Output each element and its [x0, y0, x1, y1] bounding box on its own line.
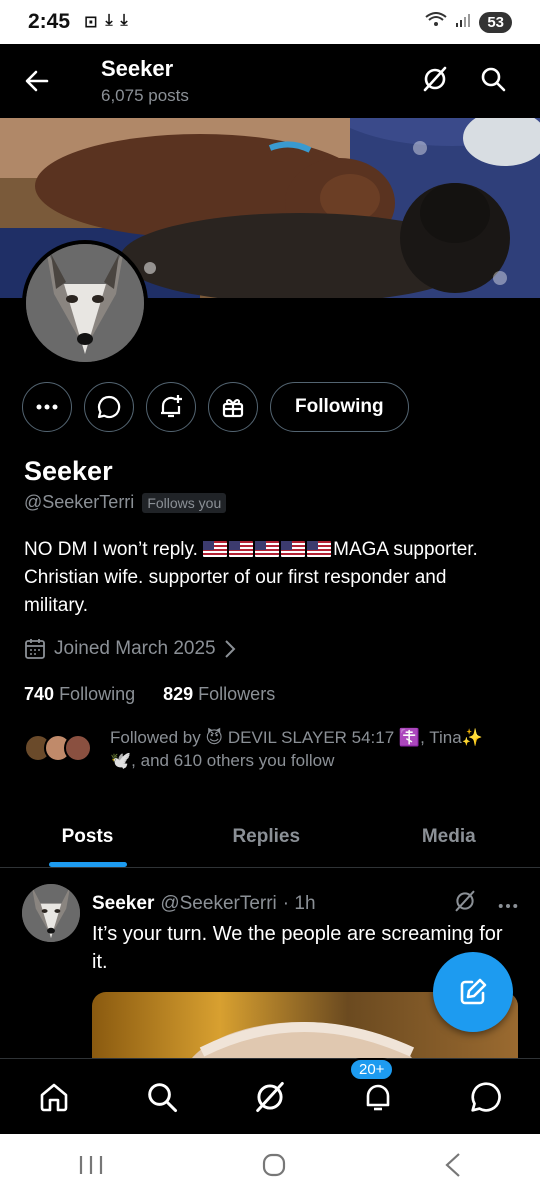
bell-icon: [366, 1084, 390, 1110]
avatar: [64, 734, 92, 762]
compose-icon: [460, 978, 487, 1005]
post-avatar[interactable]: [22, 884, 80, 942]
followed-by-line2: 🕊️, and 610 others you follow: [110, 751, 335, 770]
system-navigation-bar: [0, 1134, 540, 1200]
back-system-button[interactable]: [444, 1152, 462, 1183]
following-label: Following: [59, 684, 136, 704]
joined-date[interactable]: Joined March 2025: [24, 638, 236, 660]
search-button[interactable]: [480, 66, 506, 97]
post-count: 6,075 posts: [101, 86, 189, 105]
followers-stat[interactable]: 829 Followers: [163, 684, 275, 705]
follow-stats: 740 Following 829 Followers: [24, 684, 275, 705]
page-title: Seeker: [101, 56, 174, 81]
post-more-button[interactable]: [498, 893, 518, 915]
joined-text: Joined March 2025: [54, 638, 216, 659]
us-flag-emoji: [281, 541, 306, 557]
followers-label: Followers: [198, 684, 276, 704]
search-icon: [148, 1082, 178, 1112]
following-stat[interactable]: 740 Following: [24, 684, 135, 705]
bell-plus-icon: [161, 395, 182, 418]
grok-icon: [256, 1081, 284, 1112]
top-app-bar: Seeker 6,075 posts: [0, 44, 540, 118]
bio-suffix: MAGA: [333, 539, 389, 560]
home-icon: [40, 1083, 68, 1111]
back-button[interactable]: [0, 44, 74, 118]
bio-prefix: NO DM I won’t reply.: [24, 539, 198, 560]
us-flag-emoji: [307, 541, 332, 557]
grok-post-button[interactable]: [454, 890, 476, 918]
nav-grok[interactable]: [245, 1072, 295, 1122]
following-button[interactable]: Following: [270, 382, 409, 432]
post-author-name[interactable]: Seeker: [92, 893, 154, 915]
recent-apps-icon: [80, 1155, 103, 1174]
handle-row: @SeekerTerri Follows you: [24, 492, 227, 513]
gift-icon: [222, 399, 244, 418]
followed-by[interactable]: Followed by 😈 DEVIL SLAYER 54:17 ☦️, Tin…: [24, 726, 524, 772]
more-options-button[interactable]: [22, 382, 72, 432]
notify-button[interactable]: [146, 382, 196, 432]
compose-post-button[interactable]: [433, 952, 513, 1032]
recent-apps-button[interactable]: [78, 1154, 104, 1181]
us-flag-emoji: [229, 541, 254, 557]
bottom-navigation: 20+: [0, 1057, 540, 1134]
home-circle-icon: [262, 1153, 286, 1176]
post-author-handle: @SeekerTerri: [160, 893, 277, 914]
followers-count: 829: [163, 684, 194, 704]
wifi-icon: [425, 12, 447, 32]
followed-by-line1: Followed by 😈 DEVIL SLAYER 54:17 ☦️, Tin…: [110, 728, 483, 747]
post-time: · 1h: [282, 893, 316, 914]
grok-icon: [455, 890, 475, 912]
profile-actions: Following: [22, 382, 409, 432]
nav-search[interactable]: [137, 1072, 187, 1122]
status-time: 2:45: [28, 10, 71, 33]
profile-avatar[interactable]: [22, 240, 148, 366]
status-bar: 2:45 ⊡ ⤓ ⤓ 53: [0, 0, 540, 44]
download-icon: ⤓: [120, 12, 128, 29]
signal-icon: [455, 13, 471, 31]
search-icon: [481, 67, 506, 91]
more-horizontal-icon: [36, 404, 58, 410]
profile-handle: @SeekerTerri: [24, 492, 135, 512]
chat-bubble-icon: [471, 1081, 501, 1112]
status-notification-icons: ⊡ ⤓ ⤓: [84, 12, 128, 32]
nav-messages[interactable]: [461, 1072, 511, 1122]
us-flag-emoji: [255, 541, 280, 557]
tab-media[interactable]: Media: [358, 806, 540, 867]
chevron-right-icon: [224, 640, 236, 658]
screenshot-icon: ⊡: [84, 14, 98, 31]
follower-avatars: [24, 734, 104, 770]
profile-tabs: Posts Replies Media: [0, 806, 540, 868]
nav-home[interactable]: [29, 1072, 79, 1122]
tab-replies[interactable]: Replies: [175, 806, 358, 867]
nav-notifications[interactable]: 20+: [349, 1057, 403, 1122]
grok-chat-button[interactable]: [84, 382, 134, 432]
grok-button[interactable]: [422, 66, 448, 97]
chevron-left-icon: [445, 1152, 460, 1177]
chat-bubble-icon: [97, 395, 121, 419]
notifications-badge: 20+: [349, 1057, 395, 1081]
calendar-icon: [25, 639, 45, 659]
grok-icon: [423, 66, 447, 91]
battery-indicator: 53: [479, 11, 512, 33]
us-flag-emoji: [203, 541, 228, 557]
arrow-left-icon: [25, 70, 49, 92]
follows-you-badge: Follows you: [142, 492, 227, 513]
profile-name: Seeker: [24, 456, 113, 486]
more-horizontal-icon: [498, 904, 518, 908]
tab-posts[interactable]: Posts: [0, 806, 175, 867]
following-count: 740: [24, 684, 55, 704]
download-icon: ⤓: [105, 12, 113, 29]
subscribe-gift-button[interactable]: [208, 382, 258, 432]
profile-bio: NO DM I won’t reply. MAGA supporter. Chr…: [24, 536, 514, 620]
home-system-button[interactable]: [261, 1152, 287, 1183]
